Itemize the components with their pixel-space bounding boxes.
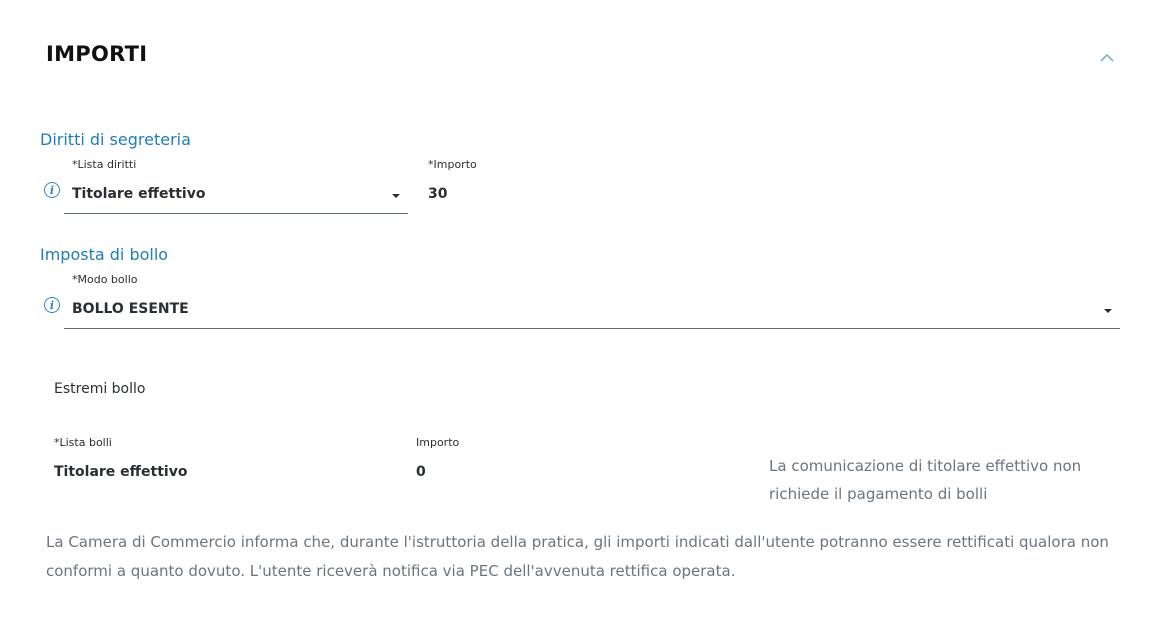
caret-down-icon: [392, 194, 400, 198]
importo-diritti-label: *Importo: [428, 158, 477, 171]
estremi-note-line2: richiede il pagamento di bolli: [769, 485, 988, 503]
importo-bolli-value: 0: [416, 464, 426, 480]
info-icon[interactable]: i: [44, 182, 60, 198]
modo-bollo-value: BOLLO ESENTE: [72, 301, 189, 317]
diritti-title: Diritti di segreteria: [40, 130, 191, 149]
caret-down-icon: [1104, 309, 1112, 313]
lista-diritti-value: Titolare effettivo: [72, 186, 206, 202]
modo-bollo-select[interactable]: BOLLO ESENTE: [64, 293, 1120, 329]
lista-diritti-label: *Lista diritti: [72, 158, 137, 171]
estremi-title: Estremi bollo: [54, 381, 146, 397]
footer-line1: La Camera di Commercio informa che, dura…: [46, 533, 1109, 551]
bollo-title: Imposta di bollo: [40, 245, 169, 264]
modo-bollo-label: *Modo bollo: [72, 273, 138, 286]
section-title: IMPORTI: [46, 42, 148, 66]
lista-diritti-select[interactable]: Titolare effettivo: [64, 178, 408, 214]
importo-diritti-value: 30: [428, 186, 448, 202]
chevron-up-icon[interactable]: [1098, 50, 1116, 66]
estremi-note-line1: La comunicazione di titolare effettivo n…: [769, 457, 1082, 475]
lista-bolli-value: Titolare effettivo: [54, 464, 188, 480]
info-icon[interactable]: i: [44, 297, 60, 313]
footer-line2: conformi a quanto dovuto. L'utente ricev…: [46, 562, 736, 580]
importo-bolli-label: Importo: [416, 436, 460, 449]
lista-bolli-label: *Lista bolli: [54, 436, 112, 449]
